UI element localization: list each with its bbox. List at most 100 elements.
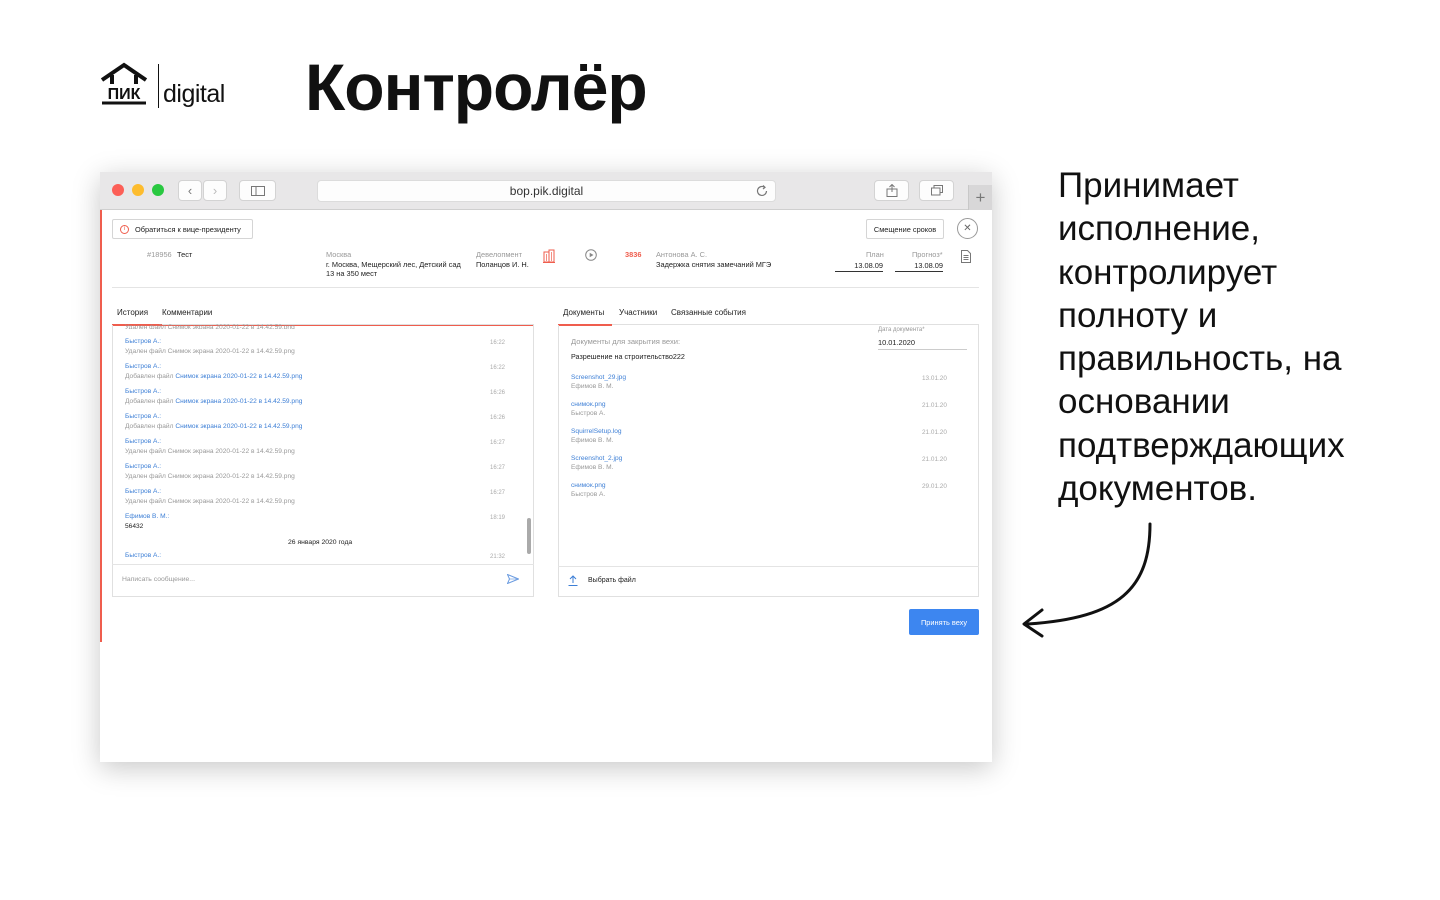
- date-divider: 26 января 2020 года: [288, 539, 353, 546]
- location-line1: г. Москва, Мещерский лес, Детский сад: [326, 260, 461, 269]
- sidebar-icon: [250, 185, 265, 196]
- doc-file-author: Быстров А.: [571, 410, 606, 417]
- tab-documents[interactable]: Документы: [563, 308, 604, 317]
- tab-comments[interactable]: Комментарии: [162, 308, 212, 317]
- history-action: Удален файл Снимок экрана 2020-01-22 в 1…: [125, 473, 295, 480]
- close-icon: ✕: [963, 223, 972, 234]
- pik-digital-logo: ПИК digital: [100, 62, 230, 112]
- contact-vp-button[interactable]: i Обратиться к вице-президенту: [112, 219, 253, 239]
- close-task-button[interactable]: ✕: [957, 218, 978, 239]
- history-time: 16:22: [490, 365, 506, 371]
- chevron-right-icon: ›: [212, 183, 218, 198]
- history-author[interactable]: Быстров А.:: [125, 488, 161, 496]
- pik-house-logo-icon: ПИК: [100, 62, 148, 105]
- send-icon[interactable]: [507, 574, 519, 584]
- doc-file-author: Ефимов В. М.: [571, 383, 614, 390]
- doc-file-date: 21.01.20: [922, 402, 947, 409]
- history-partial-entry: Удален файл Снимок экрана 2020-01-22 в 1…: [125, 324, 295, 329]
- history-author[interactable]: Быстров А.:: [125, 388, 161, 396]
- history-panel: [112, 325, 534, 597]
- doc-file-author: Ефимов В. М.: [571, 464, 614, 471]
- minimize-window-button[interactable]: [132, 184, 144, 196]
- history-scrollbar[interactable]: [527, 518, 531, 554]
- tab-participants[interactable]: Участники: [619, 308, 657, 317]
- building-icon: [543, 249, 555, 263]
- doc-file-link[interactable]: снимок.png: [571, 482, 606, 490]
- comment-text: 56432: [125, 523, 144, 530]
- doc-file-link[interactable]: Screenshot_2.jpg: [571, 455, 622, 463]
- plan-label: План: [866, 250, 884, 259]
- new-tab-button[interactable]: +: [968, 185, 992, 210]
- history-file-link[interactable]: Снимок экрана 2020-01-22 в 14.42.59.png: [175, 398, 302, 405]
- url-text: bop.pik.digital: [509, 184, 584, 198]
- accept-milestone-button[interactable]: Принять веху: [909, 609, 979, 635]
- history-time: 16:27: [490, 465, 506, 471]
- shift-deadlines-button[interactable]: Смещение сроков: [866, 219, 944, 239]
- history-author[interactable]: Быстров А.:: [125, 552, 161, 560]
- history-author[interactable]: Быстров А.:: [125, 338, 161, 346]
- logo-separator: [158, 64, 159, 108]
- doc-file-author: Быстров А.: [571, 491, 606, 498]
- upload-icon[interactable]: [568, 575, 578, 586]
- chevron-left-icon: ‹: [187, 183, 193, 198]
- close-window-button[interactable]: [112, 184, 124, 196]
- doc-file-link[interactable]: снимок.png: [571, 401, 606, 409]
- tabs-icon: [930, 185, 943, 196]
- doc-date-field[interactable]: 10.01.2020: [878, 338, 967, 350]
- doc-file-date: 21.01.20: [922, 429, 947, 436]
- owner-name: Антонова А. С.: [656, 250, 708, 259]
- history-file-link[interactable]: Снимок экрана 2020-01-22 в 14.42.59.png: [175, 423, 302, 430]
- message-input[interactable]: Написать сообщение...: [122, 576, 195, 583]
- tab-related-events[interactable]: Связанные события: [671, 308, 746, 317]
- logo-digital-text: digital: [163, 80, 225, 108]
- history-time: 21:32: [490, 554, 506, 560]
- app-content: i Обратиться к вице-президенту Смещение …: [100, 210, 992, 762]
- reload-icon[interactable]: [755, 184, 769, 198]
- history-author[interactable]: Быстров А.:: [125, 413, 161, 421]
- sidebar-toggle-button[interactable]: [239, 180, 276, 201]
- upload-file-button[interactable]: Выбрать файл: [588, 577, 636, 584]
- message-divider: [112, 564, 534, 565]
- doc-file-date: 13.01.20: [922, 375, 947, 382]
- comment-author[interactable]: Ефимов В. М.:: [125, 513, 169, 521]
- history-action: Добавлен файл Снимок экрана 2020-01-22 в…: [125, 373, 303, 380]
- doc-file-link[interactable]: SquirrelSetup.log: [571, 428, 622, 436]
- zoom-window-button[interactable]: [152, 184, 164, 196]
- forecast-date-field[interactable]: 13.08.09: [895, 261, 943, 272]
- slide-title: Контролёр: [305, 50, 648, 124]
- history-action: Удален файл Снимок экрана 2020-01-22 в 1…: [125, 448, 295, 455]
- doc-file-date: 21.01.20: [922, 456, 947, 463]
- history-author[interactable]: Быстров А.:: [125, 463, 161, 471]
- task-name: Тест: [177, 250, 193, 259]
- back-button[interactable]: ‹: [178, 180, 202, 201]
- task-number: 3836: [625, 250, 642, 259]
- play-icon[interactable]: [585, 249, 597, 261]
- tabs-overview-button[interactable]: [919, 180, 954, 201]
- doc-file-author: Ефимов В. М.: [571, 437, 614, 444]
- tab-history[interactable]: История: [117, 308, 148, 317]
- history-time: 16:22: [490, 340, 506, 346]
- history-author[interactable]: Быстров А.:: [125, 438, 161, 446]
- plan-date-field[interactable]: 13.08.09: [835, 261, 883, 272]
- share-button[interactable]: [874, 180, 909, 201]
- browser-toolbar: ‹ › bop.pik.digital +: [100, 172, 992, 210]
- location-line2: 13 на 350 мест: [326, 269, 378, 278]
- history-file-link[interactable]: Снимок экрана 2020-01-22 в 14.42.59.png: [175, 373, 302, 380]
- upload-divider: [558, 566, 979, 567]
- history-author[interactable]: Быстров А.:: [125, 363, 161, 371]
- address-bar[interactable]: bop.pik.digital: [317, 180, 776, 202]
- dev-label: Девелопмент: [476, 250, 522, 259]
- history-action: Добавлен файл Снимок экрана 2020-01-22 в…: [125, 398, 303, 405]
- history-time: 16:27: [490, 490, 506, 496]
- slide-description: Принимает исполнение, контролирует полно…: [1058, 166, 1345, 509]
- forward-button[interactable]: ›: [203, 180, 227, 201]
- doc-file-link[interactable]: Screenshot_29.jpg: [571, 374, 626, 382]
- location-label: Москва: [326, 250, 352, 259]
- doc-file-date: 29.01.20: [922, 483, 947, 490]
- comment-time: 18:19: [490, 515, 506, 521]
- history-action: Удален файл Снимок экрана 2020-01-22 в 1…: [125, 348, 295, 355]
- document-icon[interactable]: [961, 250, 971, 263]
- history-action: Добавлен файл Снимок экрана 2020-01-22 в…: [125, 423, 303, 430]
- history-time: 16:27: [490, 440, 506, 446]
- dev-name: Поланцов И. Н.: [476, 260, 529, 269]
